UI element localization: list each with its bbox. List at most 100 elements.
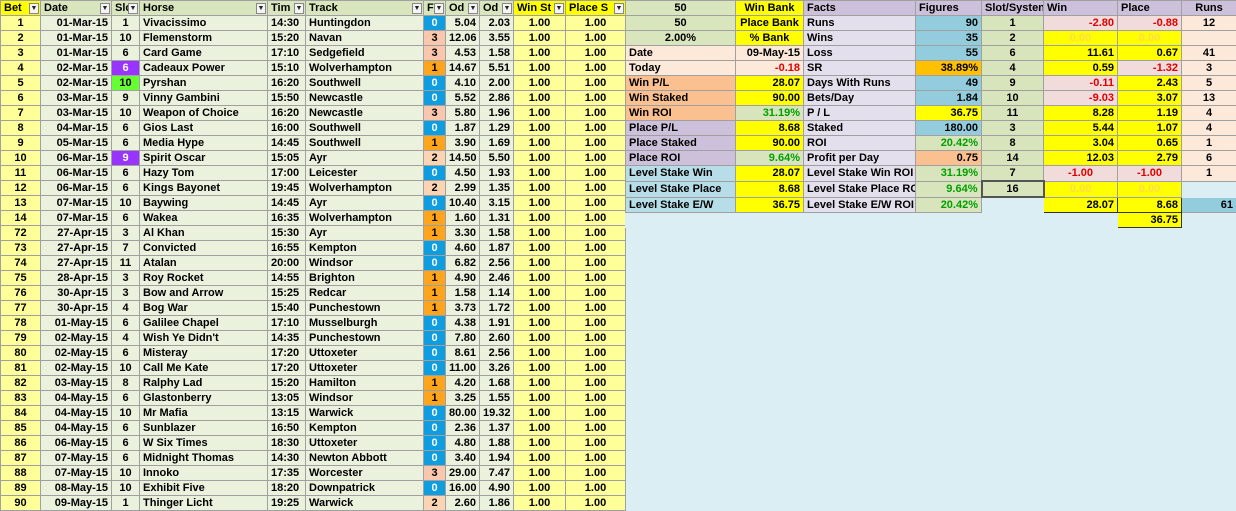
bet-cell[interactable]: 7 bbox=[0, 105, 41, 121]
track-cell[interactable]: Uttoxeter bbox=[305, 435, 424, 451]
date-cell[interactable]: 27-Apr-15 bbox=[40, 255, 112, 271]
slot-cell[interactable]: 10 bbox=[111, 195, 140, 211]
track-cell[interactable]: Navan bbox=[305, 30, 424, 46]
odds2-cell[interactable]: 1.69 bbox=[479, 135, 514, 151]
column-header[interactable]: Od ▼ bbox=[479, 0, 514, 16]
bet-cell[interactable]: 13 bbox=[0, 195, 41, 211]
horse-cell[interactable]: Misteray bbox=[139, 345, 268, 361]
odds2-cell[interactable]: 2.56 bbox=[479, 255, 514, 271]
place-stake-cell[interactable]: 1.00 bbox=[565, 60, 626, 76]
win-stake-cell[interactable]: 1.00 bbox=[513, 405, 566, 421]
place-stake-cell[interactable]: 1.00 bbox=[565, 420, 626, 436]
fav-cell[interactable]: 0 bbox=[423, 75, 446, 91]
fav-cell[interactable]: 3 bbox=[423, 105, 446, 121]
fav-cell[interactable]: 1 bbox=[423, 375, 446, 391]
odds2-cell[interactable]: 2.03 bbox=[479, 15, 514, 31]
horse-cell[interactable]: Card Game bbox=[139, 45, 268, 61]
place-stake-cell[interactable]: 1.00 bbox=[565, 135, 626, 151]
track-cell[interactable]: Windsor bbox=[305, 390, 424, 406]
horse-cell[interactable]: Flemenstorm bbox=[139, 30, 268, 46]
odds-cell[interactable]: 5.52 bbox=[445, 90, 480, 106]
fav-cell[interactable]: 1 bbox=[423, 390, 446, 406]
win-stake-cell[interactable]: 1.00 bbox=[513, 450, 566, 466]
slot-cell[interactable]: 6 bbox=[111, 450, 140, 466]
odds2-cell[interactable]: 3.15 bbox=[479, 195, 514, 211]
date-cell[interactable]: 03-Mar-15 bbox=[40, 90, 112, 106]
horse-cell[interactable]: Innoko bbox=[139, 465, 268, 481]
fav-cell[interactable]: 0 bbox=[423, 435, 446, 451]
track-cell[interactable]: Kempton bbox=[305, 240, 424, 256]
date-cell[interactable]: 02-Mar-15 bbox=[40, 75, 112, 91]
odds2-cell[interactable]: 7.47 bbox=[479, 465, 514, 481]
bet-cell[interactable]: 73 bbox=[0, 240, 41, 256]
place-stake-cell[interactable]: 1.00 bbox=[565, 150, 626, 166]
slot-cell-selected[interactable]: 16 bbox=[980, 180, 1045, 198]
horse-cell[interactable]: Baywing bbox=[139, 195, 268, 211]
win-stake-cell[interactable]: 1.00 bbox=[513, 150, 566, 166]
time-cell[interactable]: 14:30 bbox=[267, 15, 306, 31]
track-cell[interactable]: Southwell bbox=[305, 75, 424, 91]
odds-cell[interactable]: 4.38 bbox=[445, 315, 480, 331]
date-cell[interactable]: 27-Apr-15 bbox=[40, 225, 112, 241]
place-stake-cell[interactable]: 1.00 bbox=[565, 180, 626, 196]
fav-cell[interactable]: 1 bbox=[423, 285, 446, 301]
fav-cell[interactable]: 0 bbox=[423, 15, 446, 31]
time-cell[interactable]: 14:30 bbox=[267, 450, 306, 466]
slot-cell[interactable]: 10 bbox=[111, 360, 140, 376]
time-cell[interactable]: 15:50 bbox=[267, 90, 306, 106]
filter-dropdown-icon[interactable]: ▼ bbox=[502, 3, 512, 14]
time-cell[interactable]: 13:15 bbox=[267, 405, 306, 421]
track-cell[interactable]: Huntingdon bbox=[305, 15, 424, 31]
odds2-cell[interactable]: 5.51 bbox=[479, 60, 514, 76]
fav-cell[interactable]: 1 bbox=[423, 270, 446, 286]
place-bank-value[interactable]: 50 bbox=[625, 15, 736, 31]
bet-cell[interactable]: 89 bbox=[0, 480, 41, 496]
slot-cell[interactable]: 4 bbox=[111, 330, 140, 346]
fav-cell[interactable]: 0 bbox=[423, 345, 446, 361]
place-stake-cell[interactable]: 1.00 bbox=[565, 330, 626, 346]
odds-cell[interactable]: 14.67 bbox=[445, 60, 480, 76]
filter-dropdown-icon[interactable]: ▼ bbox=[468, 3, 478, 14]
date-cell[interactable]: 02-May-15 bbox=[40, 345, 112, 361]
track-cell[interactable]: Punchestown bbox=[305, 330, 424, 346]
horse-cell[interactable]: Galilee Chapel bbox=[139, 315, 268, 331]
date-value[interactable]: 09-May-15 bbox=[735, 45, 804, 61]
odds-cell[interactable]: 2.60 bbox=[445, 495, 480, 511]
win-stake-cell[interactable]: 1.00 bbox=[513, 210, 566, 226]
odds-cell[interactable]: 1.60 bbox=[445, 210, 480, 226]
horse-cell[interactable]: Midnight Thomas bbox=[139, 450, 268, 466]
slot-cell[interactable]: 6 bbox=[111, 315, 140, 331]
track-cell[interactable]: Hamilton bbox=[305, 375, 424, 391]
time-cell[interactable]: 18:30 bbox=[267, 435, 306, 451]
filter-dropdown-icon[interactable]: ▼ bbox=[554, 3, 564, 14]
fav-cell[interactable]: 2 bbox=[423, 180, 446, 196]
odds2-cell[interactable]: 2.86 bbox=[479, 90, 514, 106]
slot-cell[interactable]: 10 bbox=[111, 465, 140, 481]
win-stake-cell[interactable]: 1.00 bbox=[513, 45, 566, 61]
odds-cell[interactable]: 3.90 bbox=[445, 135, 480, 151]
place-stake-cell[interactable]: 1.00 bbox=[565, 255, 626, 271]
odds-cell[interactable]: 4.90 bbox=[445, 270, 480, 286]
place-stake-cell[interactable]: 1.00 bbox=[565, 345, 626, 361]
odds-cell[interactable]: 3.40 bbox=[445, 450, 480, 466]
odds-cell[interactable]: 5.80 bbox=[445, 105, 480, 121]
odds-cell[interactable]: 12.06 bbox=[445, 30, 480, 46]
odds-cell[interactable]: 6.82 bbox=[445, 255, 480, 271]
column-header[interactable]: Bet ▼ bbox=[0, 0, 41, 16]
slot-cell[interactable]: 6 bbox=[111, 435, 140, 451]
win-stake-cell[interactable]: 1.00 bbox=[513, 375, 566, 391]
track-cell[interactable]: Warwick bbox=[305, 495, 424, 511]
date-cell[interactable]: 02-May-15 bbox=[40, 330, 112, 346]
horse-cell[interactable]: Mr Mafia bbox=[139, 405, 268, 421]
slot-cell[interactable]: 3 bbox=[111, 285, 140, 301]
column-header[interactable]: Place S ▼ bbox=[565, 0, 626, 16]
win-stake-cell[interactable]: 1.00 bbox=[513, 60, 566, 76]
slot-cell[interactable]: 6 bbox=[111, 180, 140, 196]
odds2-cell[interactable]: 1.14 bbox=[479, 285, 514, 301]
slot-cell[interactable]: 9 bbox=[111, 150, 140, 166]
slot-cell[interactable]: 6 bbox=[111, 45, 140, 61]
date-cell[interactable]: 09-May-15 bbox=[40, 495, 112, 511]
time-cell[interactable]: 14:55 bbox=[267, 270, 306, 286]
track-cell[interactable]: Wolverhampton bbox=[305, 180, 424, 196]
column-header[interactable]: Track ▼ bbox=[305, 0, 424, 16]
